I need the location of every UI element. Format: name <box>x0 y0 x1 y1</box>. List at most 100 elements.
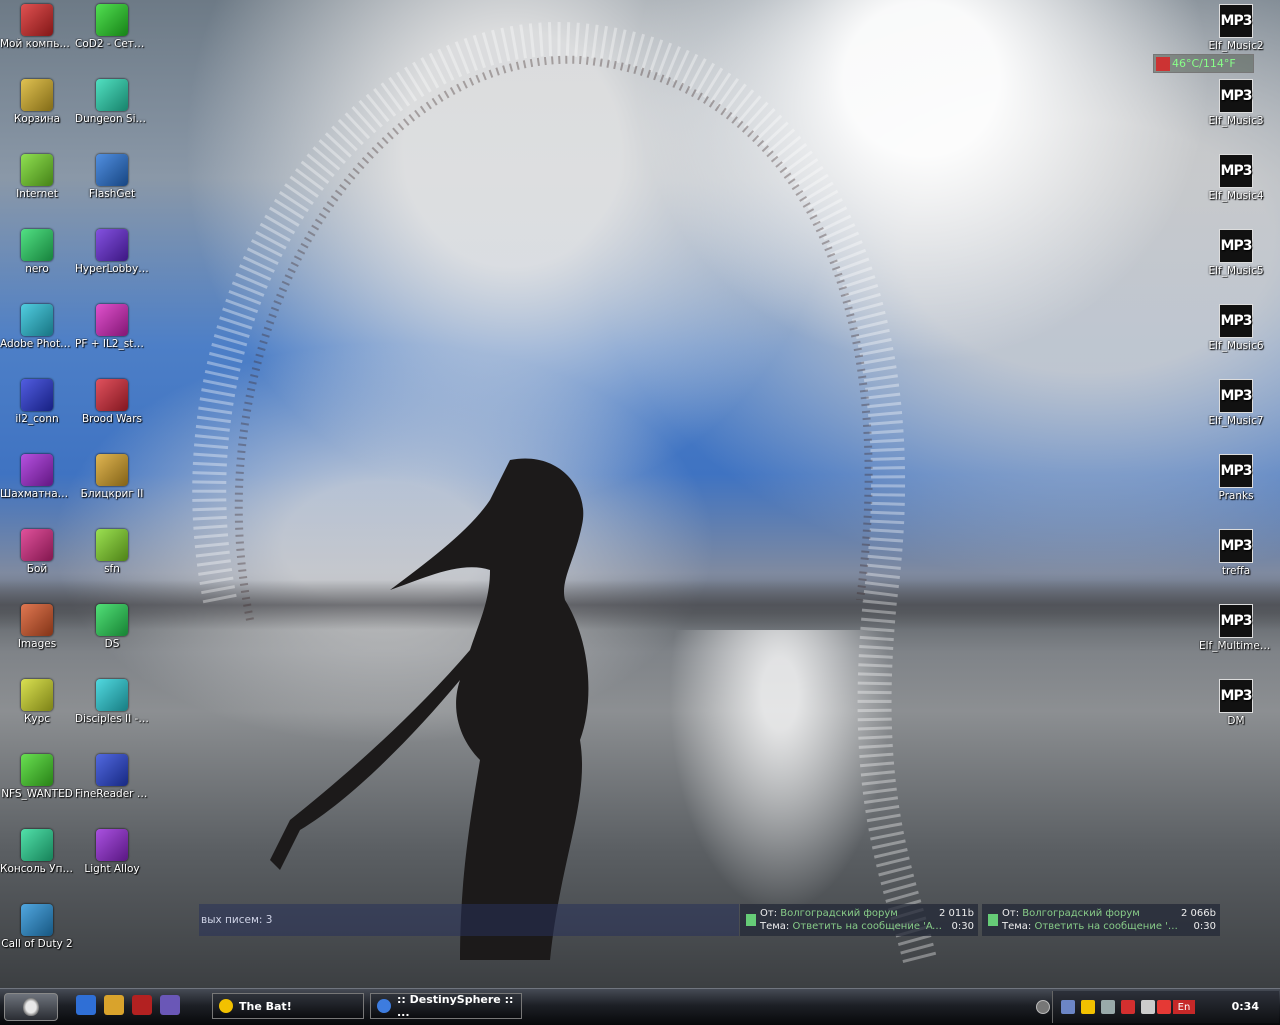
mail-from-label: От: <box>760 908 778 919</box>
desktop-icon[interactable]: MP3 Elf_Music4 <box>1199 154 1273 203</box>
desktop-icon-label: DS <box>104 638 120 650</box>
plane-icon <box>96 304 128 336</box>
finereader-icon <box>96 754 128 786</box>
desktop-icon[interactable]: DS <box>75 604 149 651</box>
desktop-icon[interactable]: Adobe Photoshop CS <box>0 304 74 351</box>
mail-notification[interactable]: От: Волгоградский форум Тема: Ответить н… <box>982 904 1220 936</box>
fight-icon <box>21 529 53 561</box>
start-button[interactable] <box>4 993 58 1021</box>
desktop-icon[interactable]: Шахматная школа <box>0 454 74 501</box>
quicklaunch-folder-icon[interactable] <box>104 995 124 1015</box>
temperature-value: 46°C/114°F <box>1172 57 1236 70</box>
quicklaunch-save-icon[interactable] <box>160 995 180 1015</box>
desktop-icon-label: Бой <box>26 563 48 575</box>
desktop-icon[interactable]: Консоль Управления <box>0 829 74 876</box>
mail-notification[interactable]: От: Волгоградский форум Тема: Ответить н… <box>740 904 978 936</box>
desktop-icon-label: Шахматная школа <box>0 488 74 500</box>
desktop-icon[interactable]: HyperLobby Pro 3.x Client <box>75 229 149 276</box>
desktop-icon[interactable]: MP3 Pranks <box>1199 454 1273 503</box>
desktop-icon-label: FineReader 8.0 <box>75 788 149 800</box>
desktop-icon[interactable]: Курс <box>0 679 74 726</box>
computer-icon <box>21 4 53 36</box>
temperature-widget[interactable]: 46°C/114°F <box>1153 54 1254 73</box>
quicklaunch-opera-icon[interactable] <box>132 995 152 1015</box>
desktop-icon[interactable]: MP3 DM <box>1199 679 1273 728</box>
desktop-icon-label: Elf_Multimed1 <box>1199 640 1273 652</box>
desktop-icon-label: Call of Duty 2 <box>1 938 73 950</box>
quicklaunch-ie-icon[interactable] <box>76 995 96 1015</box>
desktop-icon[interactable]: MP3 Elf_Music2 <box>1199 4 1273 53</box>
mail-subject-label: Тема: <box>760 921 790 932</box>
desktop-icon[interactable]: Images <box>0 604 74 651</box>
thermometer-icon <box>1156 56 1170 71</box>
tray-expand-button[interactable] <box>1036 1000 1050 1014</box>
mail-size: 2 066b <box>1181 908 1216 919</box>
wallpaper-shoreline <box>0 580 1280 630</box>
ds-icon <box>96 604 128 636</box>
desktop-icon[interactable]: Disciples II - Возвращен... <box>75 679 149 726</box>
desktop-icon[interactable]: il2_conn <box>0 379 74 426</box>
task-label: The Bat! <box>239 999 292 1013</box>
desktop-icon[interactable]: MP3 Elf_Music7 <box>1199 379 1273 428</box>
desktop-wallpaper <box>0 0 1280 988</box>
desktop-icon[interactable]: Корзина <box>0 79 74 126</box>
desktop-icon[interactable]: MP3 Elf_Multimed1 <box>1199 604 1273 653</box>
firewall-icon[interactable] <box>1157 1000 1171 1014</box>
blitzkrieg-icon <box>96 454 128 486</box>
desktop-icon[interactable]: sfn <box>75 529 149 576</box>
desktop-icon[interactable]: Light Alloy <box>75 829 149 876</box>
desktop-icon[interactable]: FlashGet <box>75 154 149 201</box>
cod2-icon <box>21 904 53 936</box>
mail-time: 0:30 <box>951 921 974 932</box>
tray-app-icon[interactable] <box>1101 1000 1115 1014</box>
images-icon <box>21 604 53 636</box>
desktop-icon-label: Pranks <box>1218 490 1254 502</box>
flashget-icon <box>96 154 128 186</box>
desktop-icon[interactable]: NFS_WANTED <box>0 754 74 801</box>
task-destinysphere[interactable]: :: DestinySphere :: ... <box>370 993 522 1019</box>
mail-icon <box>746 914 756 926</box>
desktop-icon-label: Internet <box>16 188 58 200</box>
network-icon[interactable] <box>1061 1000 1075 1014</box>
chess-icon <box>21 454 53 486</box>
light-alloy-icon <box>96 829 128 861</box>
desktop-icon[interactable]: Internet <box>0 154 74 201</box>
desktop-icon-label: treffa <box>1221 565 1251 577</box>
brood-wars-icon <box>96 379 128 411</box>
desktop-icon[interactable]: FineReader 8.0 <box>75 754 149 801</box>
desktop-icon[interactable]: PF + IL2_sturmovik <box>75 304 149 351</box>
desktop-icon[interactable]: MP3 Elf_Music5 <box>1199 229 1273 278</box>
desktop-icon-label: Курс <box>23 713 51 725</box>
browser-icon <box>377 999 391 1013</box>
desktop-icon-label: CoD2 - Сетевая игра <box>75 38 149 50</box>
task-the-bat[interactable]: The Bat! <box>212 993 364 1019</box>
desktop-icon[interactable]: Блицкриг II <box>75 454 149 501</box>
russian-flag-icon <box>21 679 53 711</box>
desktop-icon[interactable]: Call of Duty 2 <box>0 904 74 951</box>
dungeon-siege-icon <box>96 79 128 111</box>
new-mail-bar: вых писем: 3 <box>199 904 739 936</box>
clock[interactable]: 0:34 <box>1232 1000 1259 1013</box>
desktop-icon[interactable]: CoD2 - Сетевая игра <box>75 4 149 51</box>
mp3-icon: MP3 <box>1219 604 1253 638</box>
desktop-icon-label: Elf_Music6 <box>1208 340 1264 352</box>
mail-size: 2 011b <box>939 908 974 919</box>
desktop-icon-label: DM <box>1227 715 1245 727</box>
desktop-icon-label: Dungeon Siege2 <box>75 113 149 125</box>
desktop-icon[interactable]: Бой <box>0 529 74 576</box>
volume-icon[interactable] <box>1141 1000 1155 1014</box>
desktop-icon[interactable]: Мой компьютер <box>0 4 74 51</box>
desktop-icon[interactable]: nero <box>0 229 74 276</box>
desktop-icon[interactable]: MP3 treffa <box>1199 529 1273 578</box>
language-indicator[interactable]: En <box>1173 1000 1195 1014</box>
desktop-icon[interactable]: MP3 Elf_Music3 <box>1199 79 1273 128</box>
desktop-icon[interactable]: MP3 Elf_Music6 <box>1199 304 1273 353</box>
desktop-icon[interactable]: Brood Wars <box>75 379 149 426</box>
desktop-icon-label: Adobe Photoshop CS <box>0 338 74 350</box>
power-icon[interactable] <box>1081 1000 1095 1014</box>
desktop-icon-label: Images <box>17 638 57 650</box>
ati-icon[interactable] <box>1121 1000 1135 1014</box>
mp3-icon: MP3 <box>1219 304 1253 338</box>
desktop-icon-label: nero <box>25 263 49 275</box>
desktop-icon[interactable]: Dungeon Siege2 <box>75 79 149 126</box>
